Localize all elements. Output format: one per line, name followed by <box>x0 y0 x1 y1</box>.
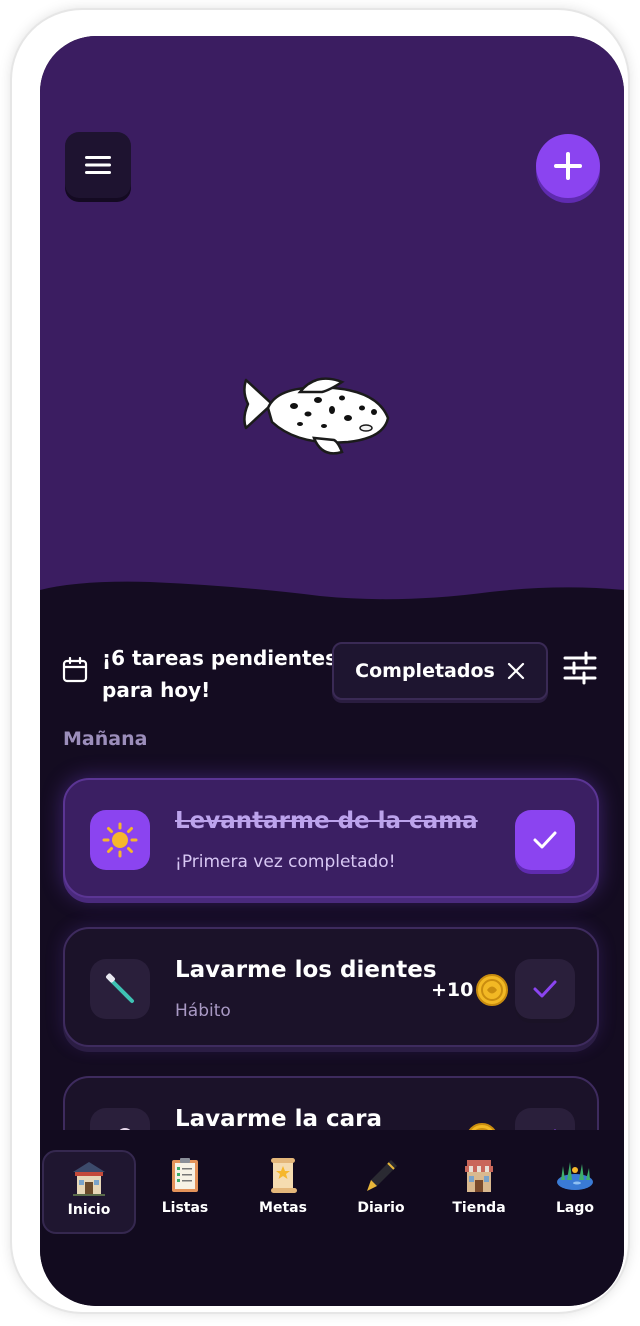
shop-icon <box>465 1160 493 1192</box>
home-icon <box>73 1162 105 1196</box>
complete-task-button[interactable] <box>515 810 575 870</box>
phone-frame: ¡6 tareas pendientes para hoy! Completad… <box>12 10 628 1312</box>
nav-label: Inicio <box>67 1202 111 1218</box>
nav-label: Tienda <box>452 1200 506 1216</box>
hamburger-menu-icon <box>85 156 111 174</box>
filter-chip-label: Completados <box>355 660 495 682</box>
task-card[interactable]: Lavarme los dientes Hábito +10 <box>63 927 599 1047</box>
coin-icon <box>476 974 509 1006</box>
complete-task-button[interactable] <box>515 959 575 1019</box>
task-title: Lavarme los dientes <box>175 957 437 983</box>
nav-item-inicio[interactable]: Inicio <box>42 1150 136 1234</box>
task-title: Lavarme la cara <box>175 1106 383 1132</box>
nav-item-metas[interactable]: Metas <box>236 1150 330 1234</box>
task-icon-wrap <box>90 810 150 870</box>
checkmark-icon <box>533 980 557 998</box>
nav-item-listas[interactable]: Listas <box>138 1150 232 1234</box>
completed-filter-chip[interactable]: Completados <box>332 642 548 700</box>
scroll-icon <box>271 1158 297 1193</box>
calendar-icon <box>62 657 88 683</box>
nav-label: Lago <box>555 1200 594 1216</box>
bottom-nav: Inicio Listas Metas Diario Tienda Lago <box>40 1130 624 1306</box>
sliders-icon[interactable] <box>562 650 598 686</box>
task-card[interactable]: Levantarme de la cama ¡Primera vez compl… <box>63 778 599 898</box>
lake-icon <box>557 1162 593 1190</box>
nav-label: Metas <box>259 1200 307 1216</box>
task-title: Levantarme de la cama <box>175 808 478 834</box>
wave-divider <box>40 581 624 646</box>
nav-item-lago[interactable]: Lago <box>528 1150 622 1234</box>
hero-area <box>40 36 624 636</box>
task-icon-wrap <box>90 959 150 1019</box>
pen-icon <box>367 1160 397 1191</box>
add-task-button[interactable] <box>536 134 600 198</box>
close-icon[interactable] <box>507 662 525 680</box>
list-icon <box>172 1158 198 1192</box>
reward-amount: +10 <box>431 979 474 1001</box>
nav-item-diario[interactable]: Diario <box>334 1150 428 1234</box>
app-screen: ¡6 tareas pendientes para hoy! Completad… <box>40 36 624 1306</box>
nav-label: Diario <box>357 1200 405 1216</box>
menu-button[interactable] <box>65 132 131 198</box>
task-reward: +10 <box>431 973 509 1007</box>
pending-summary-text: ¡6 tareas pendientes para hoy! <box>102 646 337 702</box>
toothbrush-icon <box>106 973 134 1003</box>
plus-icon <box>554 152 582 180</box>
task-subtitle: ¡Primera vez completado! <box>175 852 396 872</box>
sun-icon <box>102 822 138 858</box>
koi-fish-pet[interactable] <box>238 368 398 458</box>
checkmark-icon <box>533 831 557 849</box>
nav-item-tienda[interactable]: Tienda <box>432 1150 526 1234</box>
task-subtitle: Hábito <box>175 1001 231 1021</box>
nav-label: Listas <box>161 1200 209 1216</box>
section-title: Mañana <box>63 728 148 750</box>
